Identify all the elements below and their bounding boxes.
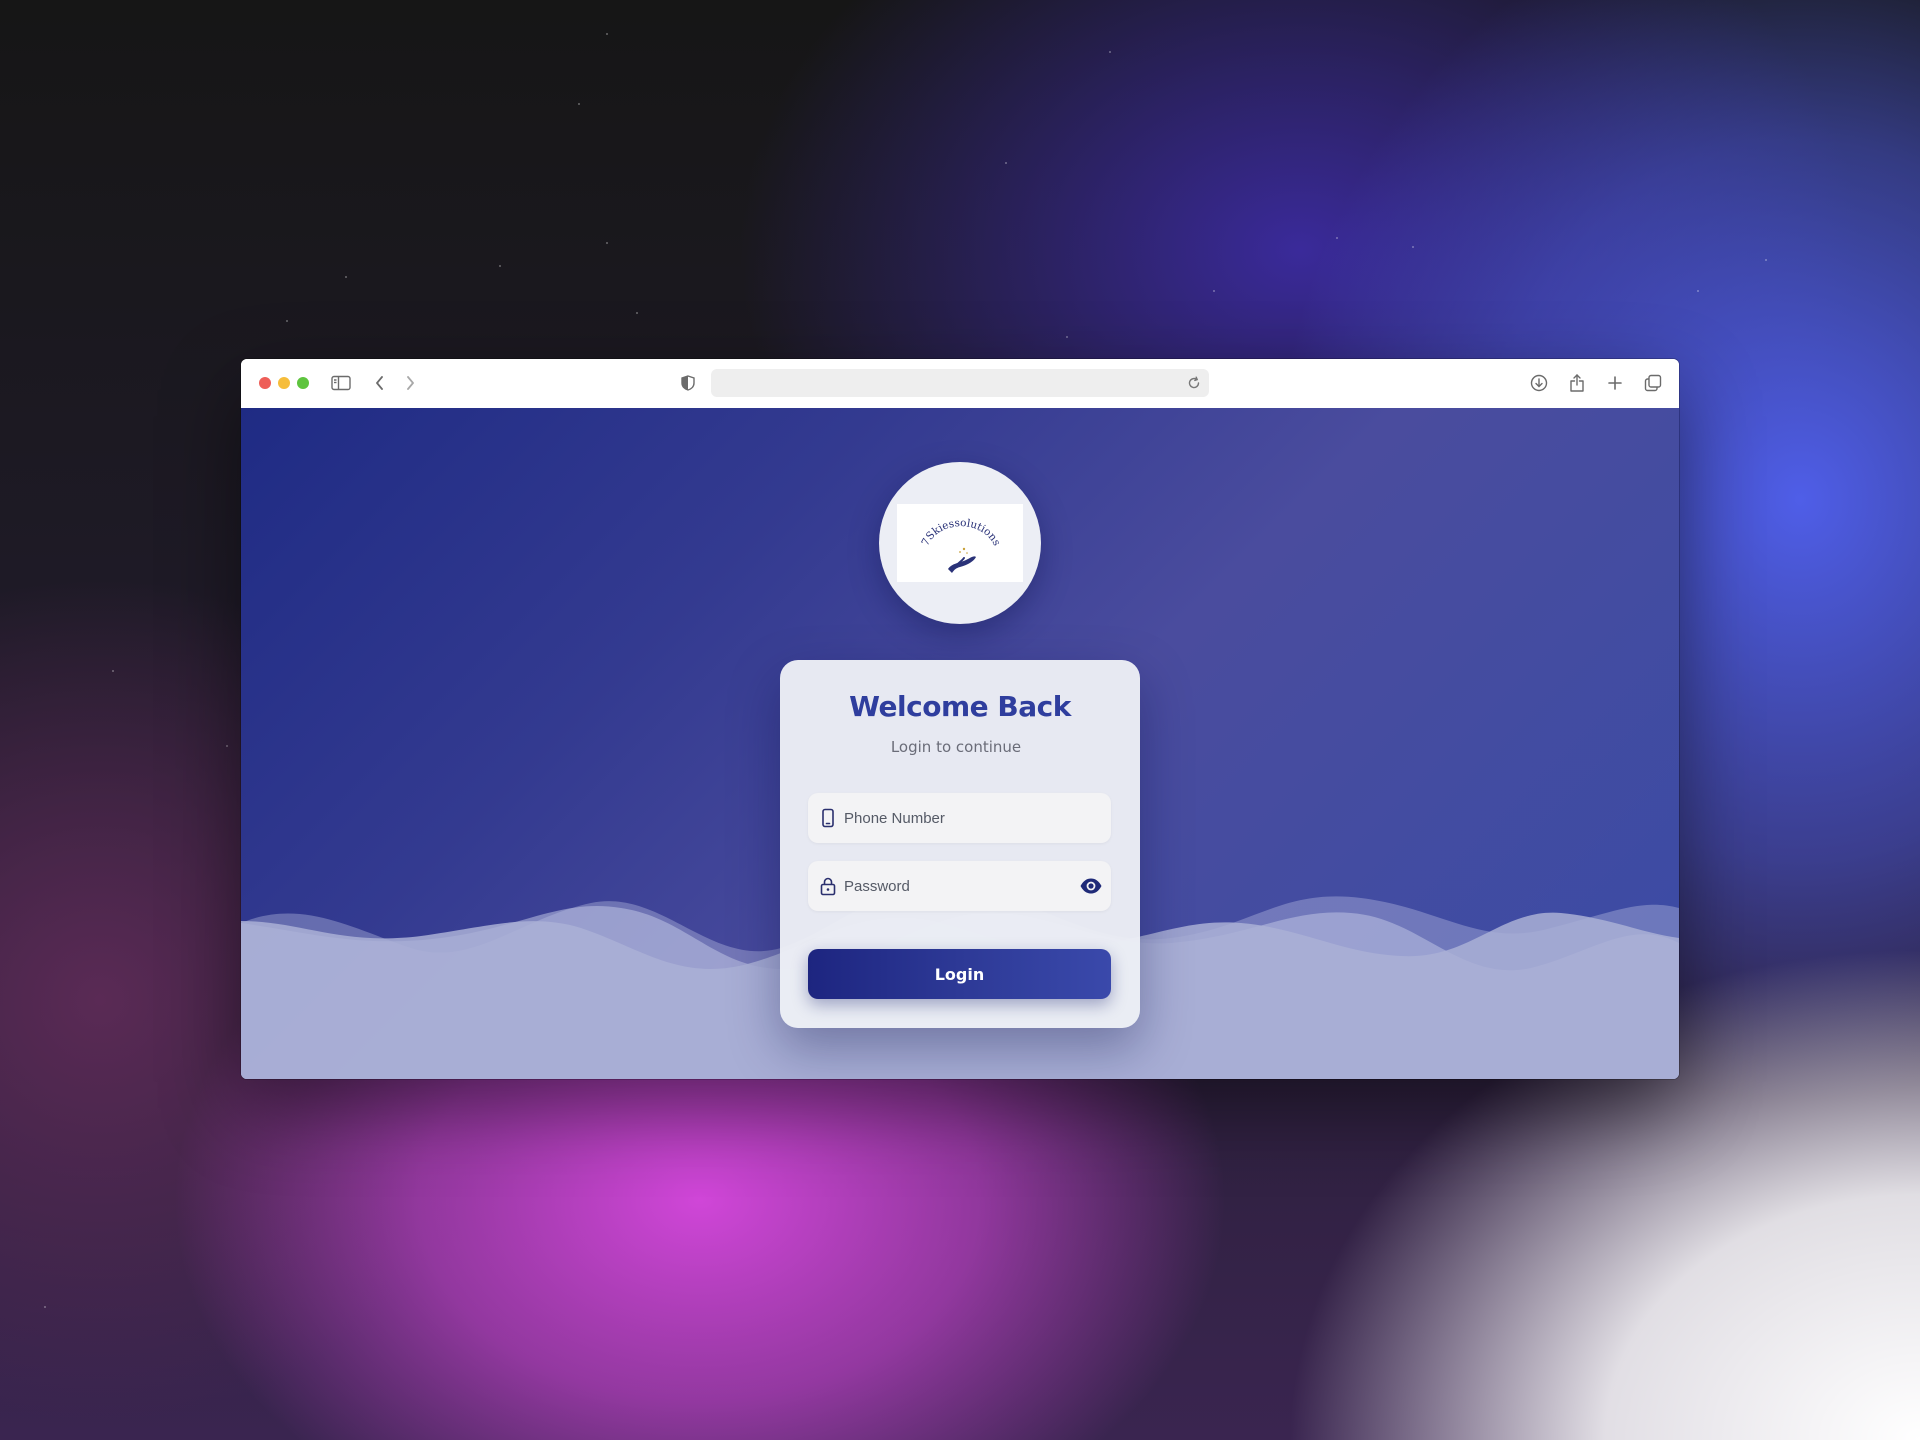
browser-window: 7Skiessolutions Welcome Back Login to co…	[241, 359, 1679, 1079]
login-page: 7Skiessolutions Welcome Back Login to co…	[241, 408, 1679, 1079]
desktop-background: 7Skiessolutions Welcome Back Login to co…	[0, 0, 1920, 1440]
company-logo-mark: 7Skiessolutions	[919, 517, 1003, 573]
svg-text:7Skiessolutions: 7Skiessolutions	[919, 517, 1002, 548]
login-subtitle: Login to continue	[890, 738, 1022, 756]
star	[636, 312, 638, 314]
star	[112, 670, 114, 672]
lock-icon	[818, 876, 838, 896]
login-title: Welcome Back	[849, 690, 1071, 723]
sidebar-icon[interactable]	[329, 371, 353, 395]
star	[1213, 290, 1215, 292]
star	[286, 320, 288, 322]
login-card: Welcome Back Login to continue Phone Num…	[780, 660, 1140, 1028]
mobile-phone-icon	[818, 808, 838, 828]
password-field[interactable]	[808, 861, 1111, 911]
minimize-window-button[interactable]	[278, 377, 290, 389]
close-window-button[interactable]	[259, 377, 271, 389]
reload-icon[interactable]	[1187, 376, 1201, 390]
download-icon[interactable]	[1527, 371, 1551, 395]
star	[1765, 259, 1767, 261]
phone-number-input[interactable]	[844, 793, 1074, 843]
share-icon[interactable]	[1565, 371, 1589, 395]
star	[1697, 290, 1699, 292]
company-logo: 7Skiessolutions	[897, 504, 1023, 582]
phone-field[interactable]	[808, 793, 1111, 843]
tabs-overview-icon[interactable]	[1641, 371, 1665, 395]
star	[1412, 246, 1414, 248]
star	[1005, 162, 1007, 164]
show-password-icon[interactable]	[1079, 875, 1103, 897]
forward-icon[interactable]	[398, 371, 422, 395]
logo-badge: 7Skiessolutions	[879, 462, 1041, 624]
star	[1336, 237, 1338, 239]
maximize-window-button[interactable]	[297, 377, 309, 389]
address-bar[interactable]	[711, 369, 1209, 397]
star	[499, 265, 501, 267]
browser-toolbar	[241, 359, 1679, 409]
star	[606, 33, 608, 35]
login-button[interactable]: Login	[808, 949, 1111, 999]
back-icon[interactable]	[368, 371, 392, 395]
password-input[interactable]	[844, 861, 1074, 911]
star	[1066, 336, 1068, 338]
star	[606, 242, 608, 244]
star	[345, 276, 347, 278]
privacy-shield-icon[interactable]	[676, 371, 700, 395]
star	[578, 103, 580, 105]
star	[226, 745, 228, 747]
new-tab-icon[interactable]	[1603, 371, 1627, 395]
star	[44, 1306, 46, 1308]
star	[1109, 51, 1111, 53]
